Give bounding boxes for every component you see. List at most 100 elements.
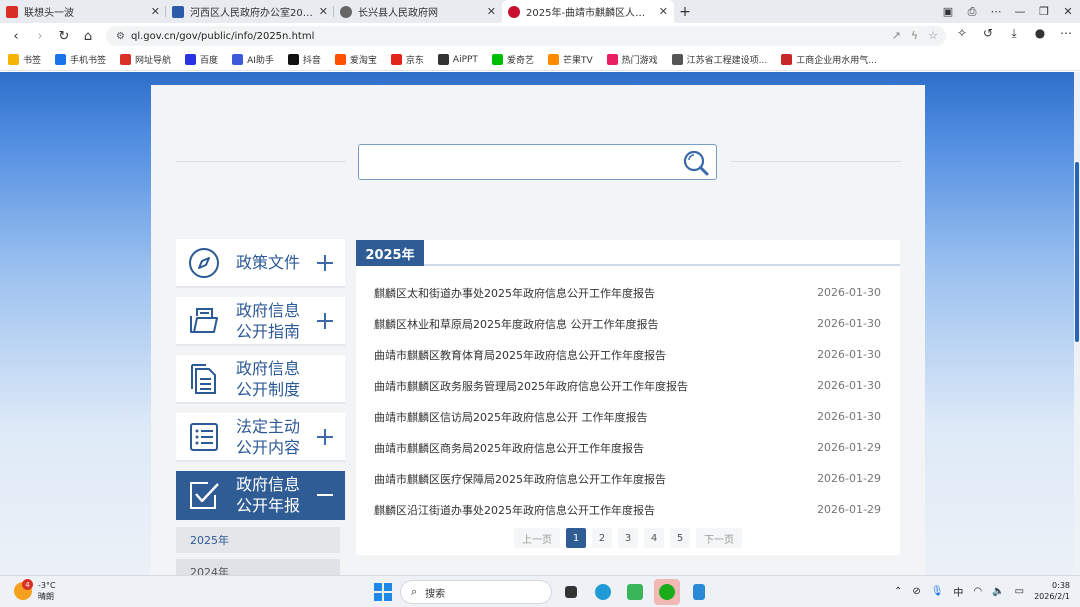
page-number-button[interactable]: 1 [566,528,586,548]
report-title-link[interactable]: 麒麟区太和街道办事处2025年政府信息公开工作年度报告 [374,285,655,301]
bookmark-item[interactable]: 手机书签 [55,53,106,66]
sidebar-subitem[interactable]: 2024年 [176,559,340,575]
bookmark-item[interactable]: 书签 [8,53,41,66]
close-icon[interactable]: ✕ [487,5,496,18]
expand-plus-icon[interactable] [315,253,335,273]
bolt-icon[interactable]: ϟ [911,29,918,42]
bookmark-item[interactable]: AI助手 [232,53,274,66]
report-title-link[interactable]: 曲靖市麒麟区政务服务管理局2025年政府信息公开工作年度报告 [374,378,688,394]
extensions-icon[interactable]: ✧ [952,26,972,41]
url-field[interactable]: ⚙ ql.gov.cn/gov/public/info/2025n.html ↗… [106,26,946,46]
reload-icon[interactable]: ↻ [52,29,76,44]
list-item[interactable]: 麒麟区太和街道办事处2025年政府信息公开工作年度报告 2026-01-30 [356,277,900,308]
taskview-icon[interactable] [558,579,584,605]
next-page-button[interactable]: 下一页 [696,528,742,548]
sidebar-toggle-icon[interactable]: ▣ [936,5,960,18]
bookmark-item[interactable]: 爱奇艺 [491,53,534,66]
search-input[interactable] [358,144,717,180]
more-icon[interactable]: ⋯ [984,5,1008,18]
history-icon[interactable]: ↺ [978,26,998,41]
weather-widget[interactable]: 4 -3°C 晴朗 [14,579,56,602]
browser-tab[interactable]: 联想头一波 ✕ [0,0,166,23]
share-icon[interactable]: ↗ [892,29,901,42]
bookmark-item[interactable]: AiPPT [437,54,478,65]
sidebar-subitem[interactable]: 2025年 [176,527,340,553]
list-item[interactable]: 曲靖市麒麟区教育体育局2025年政府信息公开工作年度报告 2026-01-30 [356,339,900,370]
list-item[interactable]: 曲靖市麒麟区政务服务管理局2025年政府信息公开工作年度报告 2026-01-30 [356,370,900,401]
page-number-button[interactable]: 2 [592,528,612,548]
prev-page-button[interactable]: 上一页 [514,528,560,548]
browser-tab[interactable]: 长兴县人民政府网 ✕ [334,0,502,23]
forward-icon[interactable]: › [28,29,52,44]
browser-tab[interactable]: 河西区人民政府办公室2025年政府 ✕ [166,0,334,23]
bookmark-item[interactable]: 芒果TV [547,53,593,66]
bookmark-item[interactable]: 京东 [390,53,424,66]
expand-plus-icon[interactable] [315,311,335,331]
page-number-button[interactable]: 3 [618,528,638,548]
close-icon[interactable]: ✕ [151,5,160,18]
bookmark-item[interactable]: 江苏省工程建设项... [671,53,767,66]
report-title-link[interactable]: 曲靖市麒麟区商务局2025年政府信息公开工作年度报告 [374,440,644,456]
wifi-icon[interactable]: ◠ [973,586,982,597]
home-icon[interactable]: ⌂ [76,29,100,44]
network-off-icon[interactable]: ⊘ [912,586,920,597]
sidebar-item[interactable]: 政府信息 公开指南 [176,297,345,346]
site-info-icon[interactable]: ⚙ [116,31,125,42]
taskbar-search[interactable]: ⌕ 搜索 [400,580,552,604]
window-close-icon[interactable]: ✕ [1056,5,1080,18]
ime-indicator[interactable]: 中 [953,584,963,599]
page-number-button[interactable]: 4 [644,528,664,548]
list-item[interactable]: 麒麟区林业和草原局2025年度政府信息 公开工作年度报告 2026-01-30 [356,308,900,339]
bookmark-item[interactable]: 热门游戏 [606,53,658,66]
browser-tab-active[interactable]: 2025年-曲靖市麒麟区人民政府-政 ✕ [502,0,674,23]
list-item[interactable]: 曲靖市麒麟区信访局2025年政府信息公开 工作年度报告 2026-01-30 [356,401,900,432]
profile-icon[interactable]: ● [1030,26,1050,41]
search-icon[interactable] [682,149,710,177]
sidebar-item[interactable]: 政府信息 公开年报 [176,471,345,520]
start-icon[interactable] [372,581,394,603]
bookmark-item[interactable]: 工商企业用水用气... [781,53,877,66]
chevron-up-icon[interactable]: ⌃ [894,586,902,597]
bookmark-item[interactable]: 百度 [185,53,218,66]
expand-plus-icon[interactable] [315,427,335,447]
page-scrollbar[interactable] [1074,72,1080,575]
new-tab-button[interactable]: + [674,0,696,23]
volume-icon[interactable]: 🔈 [992,586,1004,597]
download-icon[interactable]: ⤓ [1004,26,1024,41]
bookmark-item[interactable]: 爱淘宝 [334,53,377,66]
close-icon[interactable]: ✕ [319,5,328,18]
bookmark-item[interactable]: 网址导航 [120,53,171,66]
close-icon[interactable]: ✕ [659,5,668,18]
temperature: -3°C [38,581,56,590]
sidebar-item[interactable]: 政府信息 公开制度 [176,355,345,404]
bookmark-item[interactable]: 抖音 [287,53,321,66]
time: 0:38 [1052,581,1070,590]
sidebar-item[interactable]: 法定主动 公开内容 [176,413,345,462]
battery-icon[interactable]: ▭ [1015,586,1024,597]
wechat-icon[interactable] [654,579,680,605]
report-title-link[interactable]: 麒麟区沿江街道办事处2025年政府信息公开工作年度报告 [374,502,655,518]
scrollbar-thumb[interactable] [1075,162,1079,342]
minimize-icon[interactable]: — [1008,5,1032,18]
list-item[interactable]: 曲靖市麒麟区商务局2025年政府信息公开工作年度报告 2026-01-29 [356,432,900,463]
year-tab[interactable]: 2025年 [356,240,424,266]
print-icon[interactable]: ⎙ [960,5,984,19]
back-icon[interactable]: ‹ [4,29,28,44]
report-title-link[interactable]: 曲靖市麒麟区教育体育局2025年政府信息公开工作年度报告 [374,347,666,363]
list-item[interactable]: 麒麟区沿江街道办事处2025年政府信息公开工作年度报告 2026-01-29 [356,494,900,525]
report-title-link[interactable]: 麒麟区林业和草原局2025年度政府信息 公开工作年度报告 [374,316,659,332]
clock[interactable]: 0:38 2026/2/1 [1034,580,1070,602]
sidebar-item[interactable]: 政策文件 [176,239,345,288]
maximize-icon[interactable]: ❐ [1032,5,1056,18]
report-title-link[interactable]: 曲靖市麒麟区信访局2025年政府信息公开 工作年度报告 [374,409,648,425]
microphone-icon[interactable]: 🎙 [931,586,944,597]
star-icon[interactable]: ☆ [928,29,938,42]
page-number-button[interactable]: 5 [670,528,690,548]
collapse-minus-icon[interactable] [315,485,335,505]
app-icon[interactable] [622,579,648,605]
tool-icon[interactable] [686,579,712,605]
edge-icon[interactable] [590,579,616,605]
menu-icon[interactable]: ⋯ [1056,26,1076,41]
list-item[interactable]: 曲靖市麒麟区医疗保障局2025年政府信息公开工作年度报告 2026-01-29 [356,463,900,494]
report-title-link[interactable]: 曲靖市麒麟区医疗保障局2025年政府信息公开工作年度报告 [374,471,666,487]
